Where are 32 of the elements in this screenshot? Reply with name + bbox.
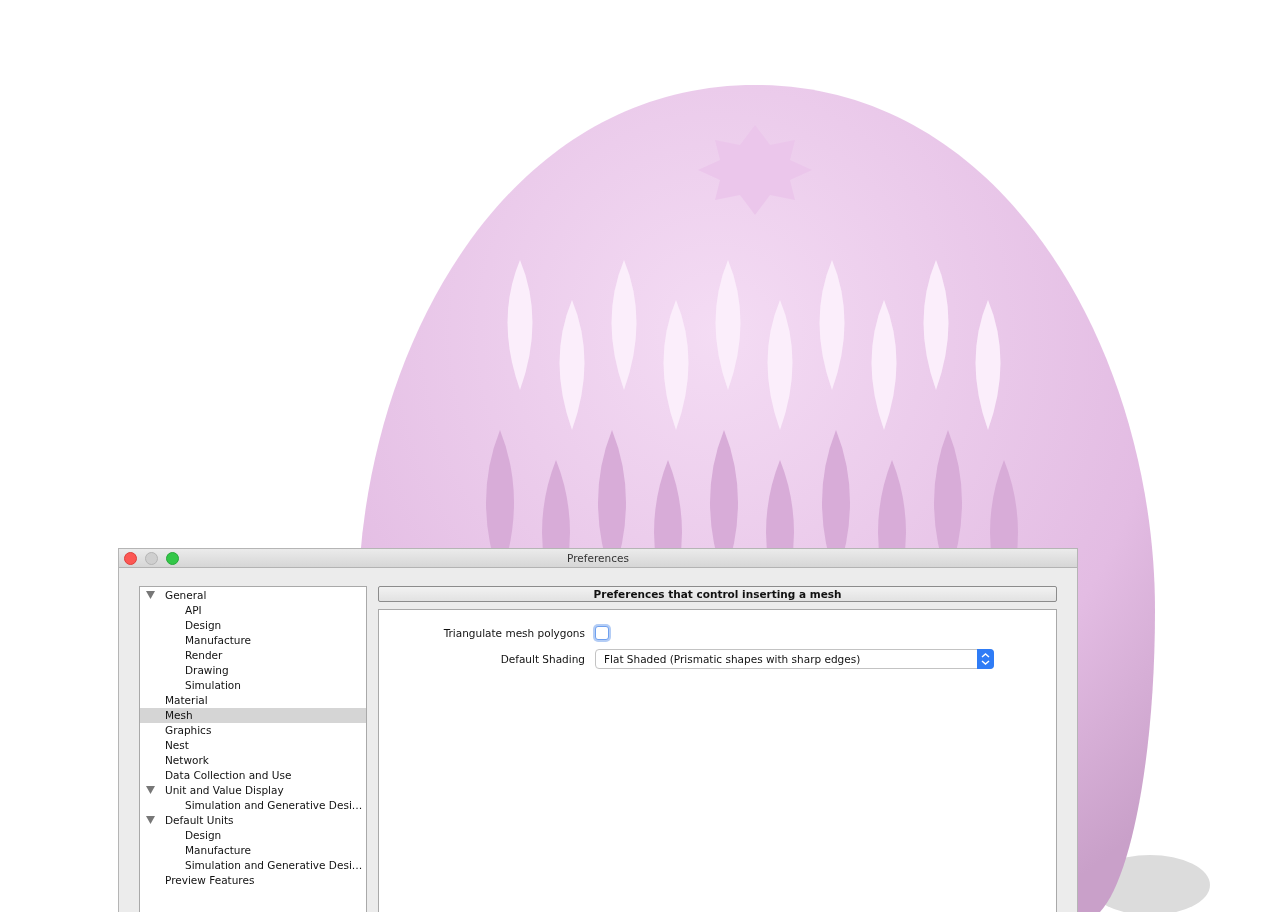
tree-item[interactable]: Design: [140, 828, 366, 843]
close-button[interactable]: [124, 552, 137, 565]
shading-dropdown[interactable]: Flat Shaded (Prismatic shapes with sharp edges): [595, 649, 994, 669]
tree-item[interactable]: Simulation and Generative Desi…: [140, 858, 366, 873]
window-title: Preferences: [567, 552, 629, 564]
tree-item[interactable]: Manufacture: [140, 843, 366, 858]
tree-item[interactable]: Drawing: [140, 663, 366, 678]
tree-item[interactable]: Render: [140, 648, 366, 663]
field-label: Triangulate mesh polygons: [442, 627, 585, 639]
tree-item[interactable]: Design: [140, 618, 366, 633]
tree-item[interactable]: Simulation: [140, 678, 366, 693]
tree-item[interactable]: Default Units: [140, 813, 366, 828]
tree-item[interactable]: Manufacture: [140, 633, 366, 648]
tree-item[interactable]: Material: [140, 693, 366, 708]
tree-item[interactable]: Mesh: [140, 708, 366, 723]
tree-item[interactable]: General: [140, 588, 366, 603]
tree-item[interactable]: Nest: [140, 738, 366, 753]
tree-item[interactable]: Unit and Value Display: [140, 783, 366, 798]
tree-item[interactable]: Preview Features: [140, 873, 366, 888]
expanded-triangle-icon[interactable]: [146, 786, 155, 794]
tree-item[interactable]: Network: [140, 753, 366, 768]
field-label: Default Shading: [499, 653, 585, 665]
tree-item[interactable]: Simulation and Generative Desi…: [140, 798, 366, 813]
tree-item[interactable]: Data Collection and Use: [140, 768, 366, 783]
tree-item[interactable]: Graphics: [140, 723, 366, 738]
checkbox[interactable]: [595, 626, 609, 640]
expanded-triangle-icon[interactable]: [146, 816, 155, 824]
section-heading: Preferences that control inserting a mesh: [378, 586, 1057, 602]
expanded-triangle-icon[interactable]: [146, 591, 155, 599]
tree-item[interactable]: API: [140, 603, 366, 618]
zoom-button[interactable]: [166, 552, 179, 565]
dropdown-arrows-icon: [977, 649, 994, 669]
